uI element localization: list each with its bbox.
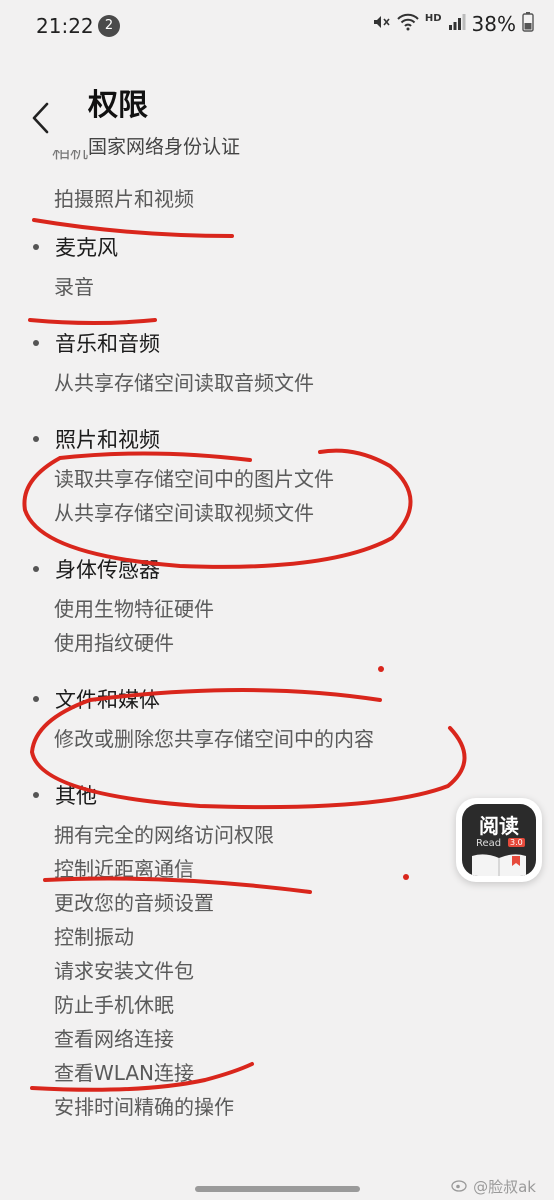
battery-icon [522, 12, 534, 36]
wifi-icon [397, 13, 419, 35]
group-title: 照片和视频 [55, 428, 160, 452]
permission-item: 防止手机休眠 [54, 993, 174, 1017]
group-title: 麦克风 [55, 236, 118, 260]
bullet-icon [33, 244, 39, 250]
permission-group-body-sensors: 身体传感器 使用生物特征硬件 使用指纹硬件 [0, 546, 554, 660]
permission-group-music-audio: 音乐和音频 从共享存储空间读取音频文件 [0, 320, 554, 400]
permission-group-files-media: 文件和媒体 修改或删除您共享存储空间中的内容 [0, 676, 554, 756]
floating-app-shortcut[interactable]: 阅读 Read 3.0 [456, 798, 542, 882]
bullet-icon [33, 436, 39, 442]
permission-group-camera: 拍摄照片和视频 [0, 182, 554, 216]
permission-list[interactable]: 拍摄照片和视频 麦克风 录音 音乐和音频 从共享存储空间读取音频文件 照片和视频… [0, 182, 554, 1124]
notification-count-badge: 2 [98, 15, 120, 37]
group-title: 文件和媒体 [55, 688, 160, 712]
weibo-icon [451, 1178, 469, 1196]
permission-item: 使用指纹硬件 [54, 631, 174, 655]
battery-percent: 38% [471, 12, 516, 36]
mute-icon [371, 12, 391, 36]
status-time: 21:22 [36, 14, 94, 38]
permission-item: 从共享存储空间读取视频文件 [54, 501, 314, 525]
group-title: 音乐和音频 [55, 332, 160, 356]
permission-item: 从共享存储空间读取音频文件 [54, 371, 314, 395]
permission-item: 更改您的音频设置 [54, 891, 214, 915]
bullet-icon [33, 566, 39, 572]
cutoff-group-title: 相机 [52, 150, 88, 160]
app-version-badge: 3.0 [508, 838, 525, 847]
permission-item: 安排时间精确的操作 [54, 1095, 234, 1119]
page-subtitle: 国家网络身份认证 [88, 136, 241, 158]
group-title: 其他 [55, 784, 97, 808]
permission-item: 控制振动 [54, 925, 134, 949]
permission-group-microphone: 麦克风 录音 [0, 224, 554, 304]
permission-group-photos-videos: 照片和视频 读取共享存储空间中的图片文件 从共享存储空间读取视频文件 [0, 416, 554, 530]
book-icon [472, 854, 526, 876]
permission-item: 查看WLAN连接 [54, 1061, 195, 1085]
bullet-icon [33, 792, 39, 798]
back-button[interactable] [22, 98, 62, 138]
status-icons: HD 38% [371, 12, 534, 36]
watermark: @脸叔ak [451, 1176, 536, 1197]
permission-item: 录音 [54, 275, 94, 299]
network-type: HD [424, 12, 442, 24]
app-subtitle: Read [476, 838, 502, 849]
permission-item: 拍摄照片和视频 [54, 187, 194, 211]
status-bar: 21:22 2 HD 38% [0, 0, 554, 56]
bullet-icon [33, 340, 39, 346]
signal-icon [448, 13, 466, 35]
home-indicator[interactable] [195, 1186, 360, 1192]
chevron-left-icon [32, 102, 49, 134]
bullet-icon [33, 696, 39, 702]
permission-item: 请求安装文件包 [54, 959, 194, 983]
group-title: 身体传感器 [55, 558, 160, 582]
watermark-text: @脸叔ak [473, 1178, 536, 1196]
permission-item: 使用生物特征硬件 [54, 597, 214, 621]
page-title: 权限 [88, 88, 148, 123]
permission-item: 修改或删除您共享存储空间中的内容 [54, 727, 374, 751]
permission-item: 读取共享存储空间中的图片文件 [54, 467, 334, 491]
permission-item: 查看网络连接 [54, 1027, 174, 1051]
app-name: 阅读 [479, 814, 519, 838]
